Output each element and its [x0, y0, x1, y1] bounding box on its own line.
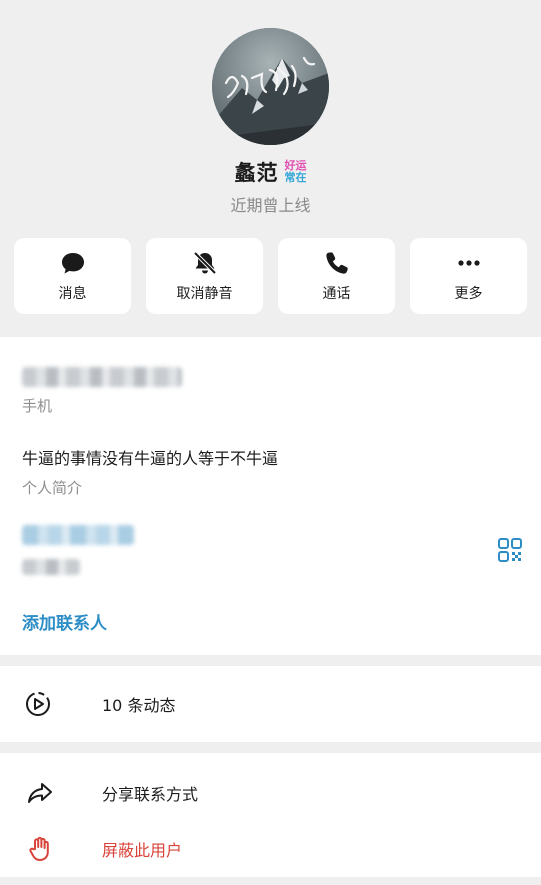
more-dots-icon: [457, 260, 480, 266]
avatar[interactable]: [212, 28, 329, 145]
action-list: 分享联系方式 屏蔽此用户: [0, 753, 541, 877]
profile-header: 蠡范 好运 常在 近期曾上线 消息 取消静音 通话 更多: [0, 0, 541, 337]
block-user-item[interactable]: 屏蔽此用户: [0, 821, 541, 877]
share-contact-item[interactable]: 分享联系方式: [0, 765, 541, 821]
play-story-icon: [24, 690, 52, 718]
badge-line2: 常在: [284, 171, 307, 184]
bio-text: 牛逼的事情没有牛逼的人等于不牛逼: [22, 449, 279, 468]
username-label-redacted: [22, 559, 80, 575]
add-contact-link[interactable]: 添加联系人: [22, 609, 107, 634]
unmute-label: 取消静音: [176, 286, 233, 302]
action-bar: 消息 取消静音 通话 更多: [14, 238, 527, 314]
moments-row[interactable]: 10 条动态: [0, 666, 541, 742]
info-section: 手机 牛逼的事情没有牛逼的人等于不牛逼 个人简介 添加联系人: [0, 337, 541, 655]
share-arrow-icon: [26, 779, 54, 807]
phone-label: 手机: [22, 397, 53, 415]
call-button[interactable]: 通话: [278, 238, 395, 314]
emoji-status-badge[interactable]: 好运 常在: [285, 160, 307, 184]
profile-name: 蠡范: [234, 161, 279, 185]
more-label: 更多: [454, 286, 483, 302]
chat-bubble-icon: [61, 253, 84, 274]
bell-muted-icon: [193, 251, 216, 275]
message-label: 消息: [58, 286, 87, 302]
last-seen-status: 近期曾上线: [230, 196, 311, 215]
mountain-calligraphy-avatar: [212, 28, 329, 145]
qr-code-icon[interactable]: [497, 537, 523, 563]
username-redacted[interactable]: [22, 525, 134, 545]
divider: [0, 742, 541, 753]
hand-stop-icon: [26, 835, 54, 863]
call-label: 通话: [322, 286, 351, 302]
message-button[interactable]: 消息: [14, 238, 131, 314]
phone-icon: [325, 252, 348, 274]
unmute-button[interactable]: 取消静音: [146, 238, 263, 314]
phone-number-redacted[interactable]: [22, 367, 182, 387]
block-user-label: 屏蔽此用户: [102, 841, 183, 860]
more-button[interactable]: 更多: [410, 238, 527, 314]
share-contact-label: 分享联系方式: [102, 785, 199, 804]
moments-label: 10 条动态: [102, 696, 176, 715]
bio-label: 个人简介: [22, 479, 83, 497]
divider: [0, 655, 541, 666]
name-row: 蠡范 好运 常在: [0, 157, 541, 187]
